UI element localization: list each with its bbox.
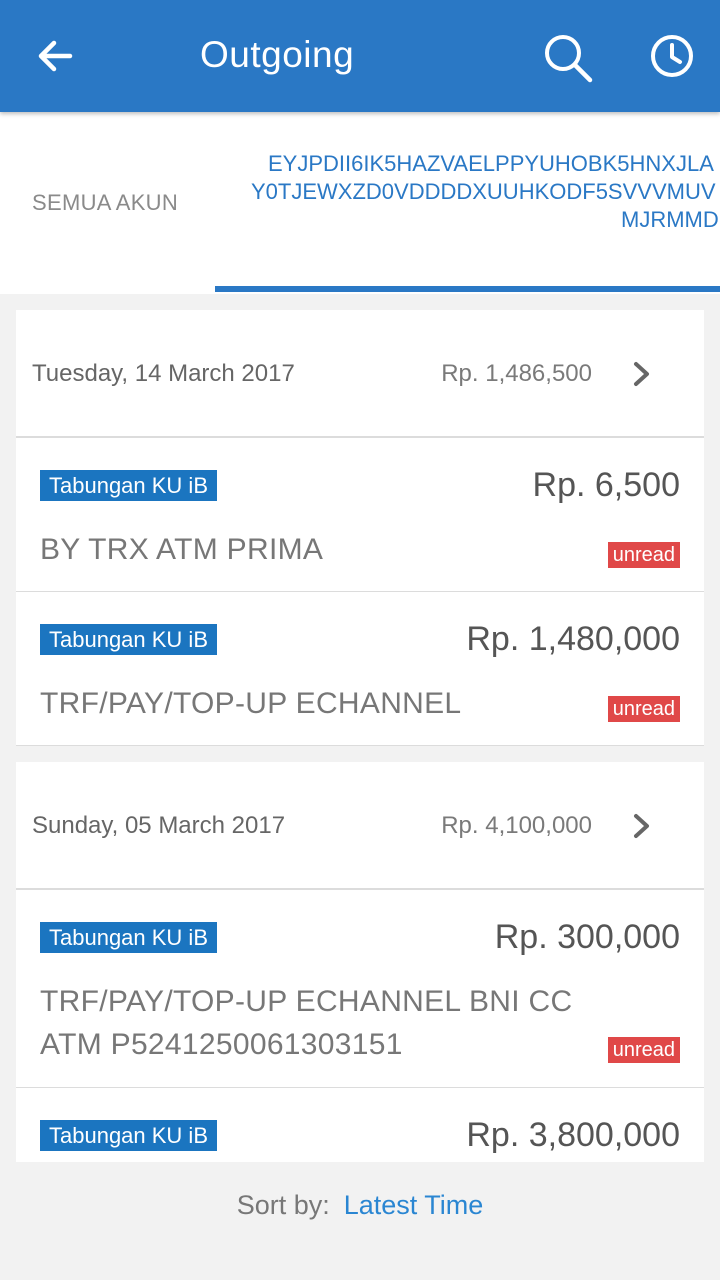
app-bar: Outgoing — [0, 0, 720, 112]
transaction-description: TRF/PAY/TOP-UP ECHANNEL — [40, 687, 462, 720]
date-group: Sunday, 05 March 2017 Rp. 4,100,000 Tabu… — [16, 762, 704, 1162]
page-title: Outgoing — [200, 34, 355, 75]
unread-badge: unread — [607, 696, 680, 722]
group-total: Rp. 1,486,500 — [441, 360, 592, 387]
tab-all-accounts-label: SEMUA AKUN — [32, 190, 179, 215]
group-date: Tuesday, 14 March 2017 — [32, 360, 295, 387]
transaction-amount: Rp. 3,800,000 — [466, 1116, 680, 1154]
account-tabs: SEMUA AKUN EYJPDII6IK5HAZVAELPPYUHOBK5HN… — [0, 112, 720, 294]
chevron-right-icon[interactable] — [626, 358, 656, 390]
group-date: Sunday, 05 March 2017 — [32, 812, 286, 839]
transaction-item[interactable]: Tabungan KU iB Rp. 6,500 BY TRX ATM PRIM… — [16, 438, 704, 592]
sort-label: Sort by: — [236, 1190, 330, 1220]
transaction-item[interactable]: Tabungan KU iB Rp. 3,800,000 — [16, 1088, 704, 1162]
transaction-amount: Rp. 6,500 — [532, 466, 680, 504]
unread-badge: unread — [607, 1037, 680, 1063]
date-group-header[interactable]: Tuesday, 14 March 2017 Rp. 1,486,500 — [16, 310, 704, 438]
tab-account-line-1: EYJPDII6IK5HAZVAELPPYUHOBK5HNXJLA — [268, 151, 714, 176]
transaction-list[interactable]: Tuesday, 14 March 2017 Rp. 1,486,500 Tab… — [16, 310, 704, 1162]
tab-all-accounts[interactable]: SEMUA AKUN — [0, 112, 215, 294]
tab-active-indicator — [215, 286, 720, 292]
unread-badge: unread — [607, 542, 680, 568]
chevron-right-icon[interactable] — [626, 810, 656, 842]
tab-account-line-2: Y0TJEWXZD0VDDDDXUUHKODF5SVVVMUV — [251, 179, 716, 204]
transaction-item[interactable]: Tabungan KU iB Rp. 300,000 TRF/PAY/TOP-U… — [16, 890, 704, 1088]
transaction-description: TRF/PAY/TOP-UP ECHANNEL BNI CC ATM P5241… — [40, 985, 573, 1061]
search-icon[interactable] — [540, 30, 596, 86]
account-badge: Tabungan KU iB — [40, 624, 217, 655]
transaction-item[interactable]: Tabungan KU iB Rp. 1,480,000 TRF/PAY/TOP… — [16, 592, 704, 746]
date-group: Tuesday, 14 March 2017 Rp. 1,486,500 Tab… — [16, 310, 704, 746]
account-badge: Tabungan KU iB — [40, 922, 217, 953]
date-group-header[interactable]: Sunday, 05 March 2017 Rp. 4,100,000 — [16, 762, 704, 890]
group-total: Rp. 4,100,000 — [441, 812, 592, 839]
arrow-left-icon[interactable] — [30, 30, 82, 82]
sort-option-link[interactable]: Latest Time — [344, 1190, 484, 1220]
tab-account-selected[interactable]: EYJPDII6IK5HAZVAELPPYUHOBK5HNXJLA Y0TJEW… — [215, 112, 720, 294]
account-badge: Tabungan KU iB — [40, 470, 217, 501]
transaction-description: BY TRX ATM PRIMA — [40, 533, 324, 566]
sort-bar: Sort by: Latest Time — [0, 1190, 720, 1221]
clock-icon[interactable] — [646, 30, 698, 82]
transaction-amount: Rp. 1,480,000 — [466, 620, 680, 658]
account-badge: Tabungan KU iB — [40, 1120, 217, 1151]
tab-account-line-3: MJRMMD — [621, 207, 719, 232]
transaction-amount: Rp. 300,000 — [494, 918, 680, 956]
